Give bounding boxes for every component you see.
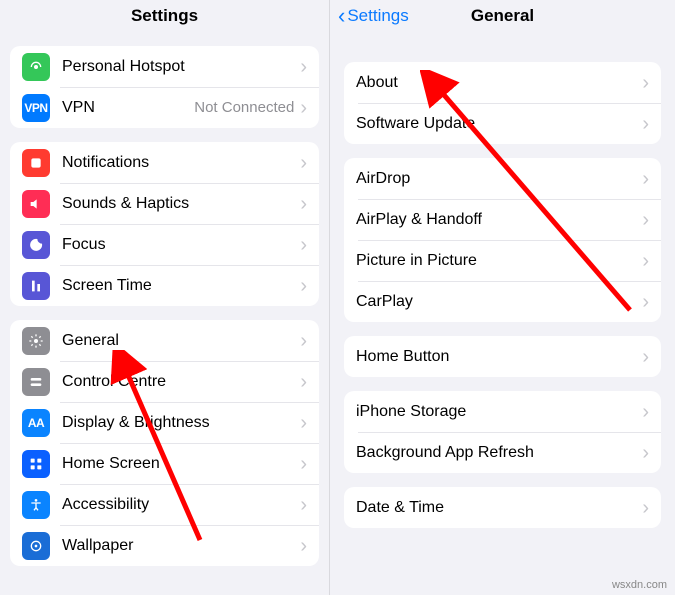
hotspot-icon — [22, 53, 50, 81]
chevron-right-icon: › — [300, 413, 307, 433]
general-row-home-button[interactable]: Home Button› — [344, 336, 661, 377]
chevron-right-icon: › — [642, 402, 649, 422]
row-label: Screen Time — [62, 277, 300, 295]
settings-row-personal-hotspot[interactable]: Personal Hotspot› — [10, 46, 319, 87]
general-row-background-refresh[interactable]: Background App Refresh› — [344, 432, 661, 473]
general-row-carplay[interactable]: CarPlay› — [344, 281, 661, 322]
chevron-right-icon: › — [300, 495, 307, 515]
chevron-right-icon: › — [642, 498, 649, 518]
chevron-left-icon: ‹ — [338, 5, 345, 27]
settings-row-focus[interactable]: Focus› — [10, 224, 319, 265]
row-label: Display & Brightness — [62, 414, 300, 432]
display-icon: AA — [22, 409, 50, 437]
settings-title: Settings — [131, 6, 198, 26]
settings-group: Notifications›Sounds & Haptics›Focus›Scr… — [10, 142, 319, 306]
row-label: Picture in Picture — [356, 252, 642, 270]
general-row-software-update[interactable]: Software Update› — [344, 103, 661, 144]
back-label: Settings — [347, 6, 408, 26]
settings-row-vpn[interactable]: VPNVPNNot Connected› — [10, 87, 319, 128]
chevron-right-icon: › — [300, 372, 307, 392]
chevron-right-icon: › — [642, 114, 649, 134]
chevron-right-icon: › — [300, 235, 307, 255]
screentime-icon — [22, 272, 50, 300]
chevron-right-icon: › — [642, 292, 649, 312]
settings-row-home-screen[interactable]: Home Screen› — [10, 443, 319, 484]
chevron-right-icon: › — [300, 194, 307, 214]
settings-nav: Settings — [0, 0, 329, 32]
accessibility-icon — [22, 491, 50, 519]
general-pane: ‹ Settings General About›Software Update… — [330, 0, 675, 595]
chevron-right-icon: › — [642, 169, 649, 189]
general-row-date-time[interactable]: Date & Time› — [344, 487, 661, 528]
chevron-right-icon: › — [300, 98, 307, 118]
general-row-iphone-storage[interactable]: iPhone Storage› — [344, 391, 661, 432]
general-group: Date & Time› — [344, 487, 661, 528]
general-group: About›Software Update› — [344, 62, 661, 144]
row-label: About — [356, 74, 642, 92]
row-label: Home Button — [356, 348, 642, 366]
wallpaper-icon — [22, 532, 50, 560]
row-label: Software Update — [356, 115, 642, 133]
settings-row-screen-time[interactable]: Screen Time› — [10, 265, 319, 306]
chevron-right-icon: › — [300, 276, 307, 296]
row-label: Sounds & Haptics — [62, 195, 300, 213]
settings-row-display[interactable]: AA Display & Brightness› — [10, 402, 319, 443]
general-title: General — [471, 6, 534, 26]
general-group: AirDrop›AirPlay & Handoff›Picture in Pic… — [344, 158, 661, 322]
app-root: Settings Personal Hotspot›VPNVPNNot Conn… — [0, 0, 675, 595]
general-icon — [22, 327, 50, 355]
chevron-right-icon: › — [642, 347, 649, 367]
chevron-right-icon: › — [300, 536, 307, 556]
settings-group: General›Control Centre›AADisplay & Brigh… — [10, 320, 319, 566]
row-label: CarPlay — [356, 293, 642, 311]
watermark: wsxdn.com — [612, 579, 667, 591]
settings-row-sounds[interactable]: Sounds & Haptics› — [10, 183, 319, 224]
focus-icon — [22, 231, 50, 259]
row-label: Background App Refresh — [356, 444, 642, 462]
general-row-pip[interactable]: Picture in Picture› — [344, 240, 661, 281]
notifications-icon — [22, 149, 50, 177]
chevron-right-icon: › — [642, 443, 649, 463]
chevron-right-icon: › — [642, 251, 649, 271]
row-label: Wallpaper — [62, 537, 300, 555]
row-label: AirPlay & Handoff — [356, 211, 642, 229]
settings-pane: Settings Personal Hotspot›VPNVPNNot Conn… — [0, 0, 330, 595]
row-label: Focus — [62, 236, 300, 254]
row-label: AirDrop — [356, 170, 642, 188]
row-label: Date & Time — [356, 499, 642, 517]
general-group: iPhone Storage›Background App Refresh› — [344, 391, 661, 473]
row-label: Notifications — [62, 154, 300, 172]
row-label: VPN — [62, 99, 194, 117]
general-nav: ‹ Settings General — [330, 0, 675, 32]
row-status: Not Connected — [194, 99, 294, 116]
settings-row-accessibility[interactable]: Accessibility› — [10, 484, 319, 525]
settings-group: Personal Hotspot›VPNVPNNot Connected› — [10, 46, 319, 128]
row-label: Control Centre — [62, 373, 300, 391]
general-group: Home Button› — [344, 336, 661, 377]
vpn-icon: VPN — [22, 94, 50, 122]
chevron-right-icon: › — [642, 210, 649, 230]
chevron-right-icon: › — [300, 331, 307, 351]
sounds-icon — [22, 190, 50, 218]
control-centre-icon — [22, 368, 50, 396]
chevron-right-icon: › — [300, 454, 307, 474]
settings-row-control-centre[interactable]: Control Centre› — [10, 361, 319, 402]
row-label: General — [62, 332, 300, 350]
settings-row-general[interactable]: General› — [10, 320, 319, 361]
row-label: Personal Hotspot — [62, 58, 300, 76]
row-label: Accessibility — [62, 496, 300, 514]
home-screen-icon — [22, 450, 50, 478]
general-row-airdrop[interactable]: AirDrop› — [344, 158, 661, 199]
row-label: iPhone Storage — [356, 403, 642, 421]
chevron-right-icon: › — [300, 153, 307, 173]
chevron-right-icon: › — [642, 73, 649, 93]
back-button[interactable]: ‹ Settings — [338, 5, 409, 27]
row-label: Home Screen — [62, 455, 300, 473]
settings-row-wallpaper[interactable]: Wallpaper› — [10, 525, 319, 566]
general-row-airplay[interactable]: AirPlay & Handoff› — [344, 199, 661, 240]
chevron-right-icon: › — [300, 57, 307, 77]
general-row-about[interactable]: About› — [344, 62, 661, 103]
settings-row-notifications[interactable]: Notifications› — [10, 142, 319, 183]
